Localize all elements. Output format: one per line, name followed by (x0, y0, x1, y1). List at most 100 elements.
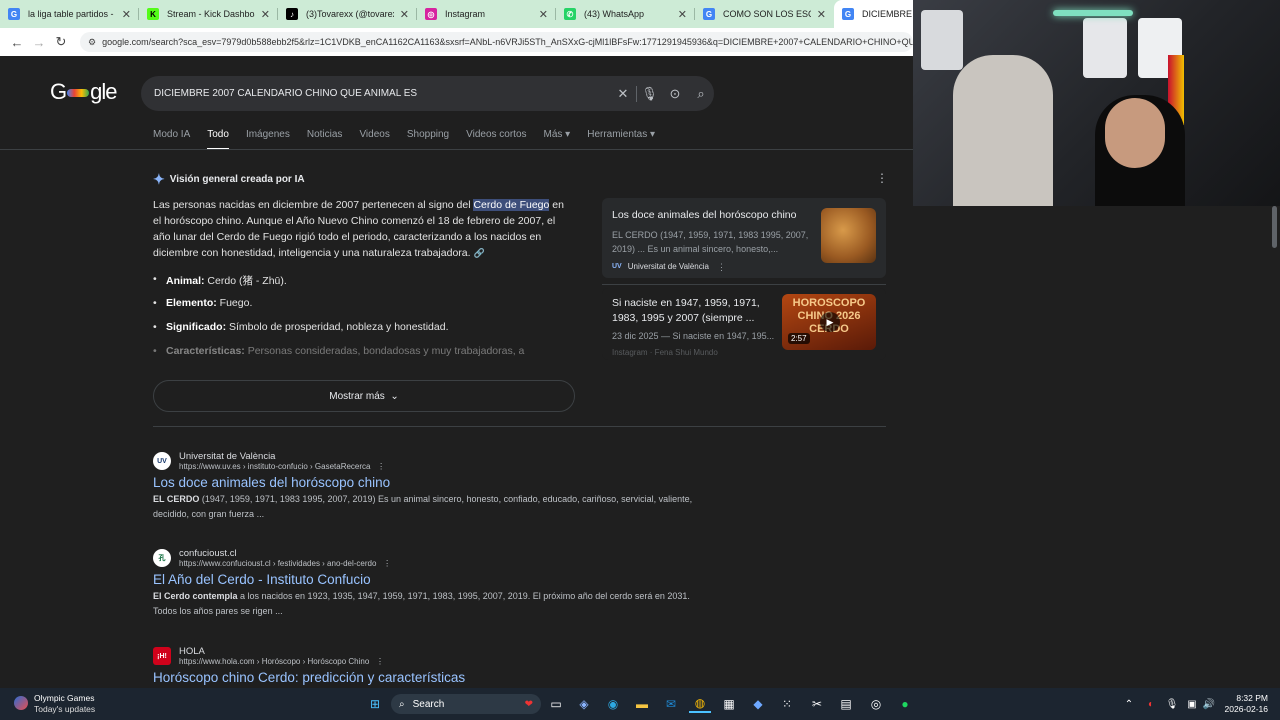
browser-tab[interactable]: ◎ Instagram ✕ (417, 0, 556, 28)
more-options-icon[interactable]: ⋮ (717, 260, 726, 274)
show-more-button[interactable]: Mostrar más ⌄ (153, 380, 575, 412)
reload-icon[interactable]: ↻ (50, 34, 72, 50)
jersey-image (1083, 18, 1127, 78)
scrollbar-thumb[interactable] (1272, 206, 1277, 248)
browser-tab[interactable]: Gla liga table partidos - Bu✕ (0, 0, 139, 28)
close-icon[interactable]: ✕ (261, 8, 270, 21)
food-thumbnail (821, 208, 876, 263)
edge-icon[interactable]: ◉ (602, 695, 624, 713)
tab-imagenes[interactable]: Imágenes (246, 129, 290, 150)
ai-overview-header: ✦ Visión general creada por IA (153, 171, 305, 187)
close-icon[interactable]: ✕ (817, 8, 826, 21)
file-explorer-icon[interactable]: ▬ (631, 695, 653, 713)
tab-videos[interactable]: Videos (359, 129, 389, 150)
taskbar: Olympic Games Today's updates ⊞ ⌕ Search … (0, 688, 1280, 720)
olympic-rings-icon[interactable] (14, 696, 28, 710)
app-tray-icon[interactable]: ◐ (1140, 695, 1162, 713)
site-info-icon[interactable]: ⚙ (88, 37, 96, 48)
close-icon[interactable]: ✕ (678, 8, 687, 21)
video-thumbnail[interactable]: HOROSCOPO CHINO 2026 CERDO ▶ 2:57 (782, 294, 876, 350)
result-title-link[interactable]: Horóscopo chino Cerdo: predicción y cara… (153, 670, 713, 685)
scrollbar-track[interactable] (1270, 206, 1280, 688)
tiktok-icon: ♪ (286, 8, 298, 20)
capcut-icon[interactable]: ✂ (806, 695, 828, 713)
highlighted-term: Cerdo de Fuego (473, 199, 550, 211)
tab-noticias[interactable]: Noticias (307, 129, 343, 150)
spotify-icon[interactable]: ● (894, 695, 916, 713)
search-icon: ⌕ (399, 698, 405, 710)
result-title-link[interactable]: Los doce animales del horóscopo chino (153, 475, 713, 490)
chrome-icon[interactable]: ◍ (689, 695, 711, 713)
uv-logo-icon: UV (612, 263, 622, 270)
search-result: ¡H! HOLA https://www.hola.com › Horóscopo … (153, 646, 713, 685)
more-options-icon[interactable]: ⋮ (379, 559, 391, 568)
divider (153, 426, 886, 427)
browser-tab[interactable]: ♪(3)Tovarexx (@tovarexx) |✕ (278, 0, 417, 28)
google-icon: G (8, 8, 20, 20)
play-icon: ▶ (820, 312, 840, 332)
windows-start-icon[interactable]: ⊞ (364, 695, 386, 713)
copilot-icon[interactable]: ◈ (573, 695, 595, 713)
browser-tab[interactable]: GCOMO SON LOS ESCORPI✕ (695, 0, 834, 28)
search-input[interactable]: DICIEMBRE 2007 CALENDARIO CHINO QUE ANIM… (154, 88, 610, 99)
news-widget[interactable]: Olympic Games Today's updates (34, 693, 95, 715)
more-options-icon[interactable]: ⋮ (372, 657, 384, 666)
store-icon[interactable]: ▦ (718, 695, 740, 713)
forward-icon[interactable]: → (28, 35, 50, 50)
clear-icon[interactable]: ✕ (610, 86, 636, 102)
hola-logo-icon: ¡H! (153, 647, 171, 665)
close-icon[interactable]: ✕ (539, 8, 548, 21)
browser-tab-strip: Gla liga table partidos - Bu✕ KStream - … (0, 0, 913, 28)
taskbar-search[interactable]: ⌕ Search ❤ (391, 694, 541, 714)
lens-icon[interactable]: ⊙ (662, 86, 688, 102)
google-icon: G (703, 8, 715, 20)
video-duration: 2:57 (788, 333, 810, 344)
search-result: UV Universitat de València https://www.uv.… (153, 451, 713, 521)
ai-bullet: Características: Personas consideradas, … (153, 345, 575, 357)
more-options-icon[interactable]: ⋮ (876, 171, 888, 185)
back-icon[interactable]: ← (6, 35, 28, 50)
person-image (1105, 98, 1165, 168)
jersey-image (921, 10, 963, 70)
tab-modo-ia[interactable]: Modo IA (153, 129, 190, 150)
search-icon[interactable]: ⌕ (688, 86, 714, 102)
microphone-icon[interactable]: 🎙 (636, 85, 662, 102)
tab-todo[interactable]: Todo (207, 129, 229, 150)
instagram-icon: ◎ (425, 8, 437, 20)
close-icon[interactable]: ✕ (400, 8, 409, 21)
webcam-overlay (913, 0, 1280, 206)
ai-bullet: Elemento: Fuego. (153, 297, 575, 309)
obs-icon[interactable]: ◎ (865, 695, 887, 713)
address-bar: ← → ↻ ⚙ google.com/search?sca_esv=7979d0b… (0, 28, 913, 56)
result-title-link[interactable]: El Año del Cerdo - Instituto Confucio (153, 572, 713, 587)
source-card[interactable]: Los doce animales del horóscopo chino EL… (602, 198, 886, 278)
close-icon[interactable]: ✕ (122, 8, 131, 21)
ai-bullet: Significado: Símbolo de prosperidad, nob… (153, 321, 575, 333)
light-strip (1053, 10, 1133, 16)
outlook-icon[interactable]: ✉ (660, 695, 682, 713)
microphone-icon[interactable]: 🎙 (1161, 695, 1183, 713)
source-card[interactable]: Si naciste en 1947, 1959, 1971, 1983, 19… (602, 288, 886, 360)
url-field[interactable]: ⚙ google.com/search?sca_esv=7979d0b588ebb… (80, 32, 913, 52)
tab-videos-cortos[interactable]: Videos cortos (466, 129, 526, 150)
notepad-icon[interactable]: ▤ (835, 695, 857, 713)
whatsapp-icon: ✆ (564, 8, 576, 20)
more-options-icon[interactable]: ⋮ (373, 462, 385, 471)
google-logo[interactable]: Ggle (50, 79, 117, 105)
task-view-icon[interactable]: ▭ (545, 695, 567, 713)
vpn-icon[interactable]: ◆ (747, 695, 769, 713)
tab-herramientas[interactable]: Herramientas ▾ (587, 129, 655, 150)
browser-tab-active[interactable]: G DICIEMBRE (834, 0, 913, 28)
chevron-down-icon: ⌄ (390, 390, 399, 402)
clock[interactable]: 8:32 PM 2026-02-16 (1222, 693, 1268, 715)
link-icon[interactable]: 🔗 (473, 248, 484, 258)
tab-shopping[interactable]: Shopping (407, 129, 449, 150)
speaker-icon[interactable]: 🔊 (1198, 695, 1220, 713)
apps-grid-icon[interactable]: ⁙ (776, 695, 798, 713)
browser-tab[interactable]: KStream - Kick Dashboard✕ (139, 0, 278, 28)
tab-mas[interactable]: Más ▾ (544, 129, 571, 150)
chevron-up-icon[interactable]: ⌃ (1118, 695, 1140, 713)
google-icon: G (842, 8, 854, 20)
browser-tab[interactable]: ✆ (43) WhatsApp ✕ (556, 0, 695, 28)
search-result: 孔 confucioust.cl https://www.confucioust.c… (153, 548, 713, 618)
